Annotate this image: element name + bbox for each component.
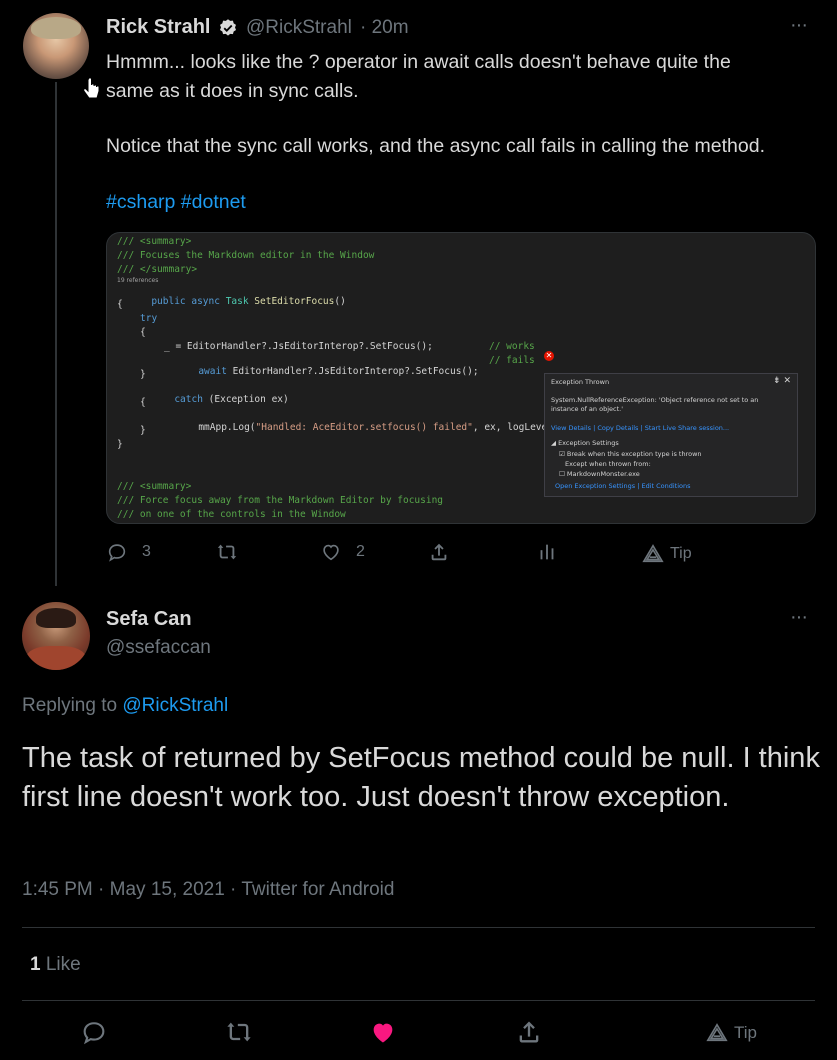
- thread-line: [55, 82, 57, 586]
- code-line: }: [140, 425, 146, 436]
- exception-message: System.NullReferenceException: 'Object r…: [551, 396, 759, 413]
- error-icon[interactable]: ✕: [544, 351, 554, 361]
- tweet-actions: 3 2 Tip: [106, 540, 806, 570]
- share-icon[interactable]: [515, 1018, 543, 1046]
- markdownmonster-checkbox[interactable]: ☐ MarkdownMonster.exe: [559, 470, 640, 478]
- code-line: /// Focuses the Markdown editor in the W…: [117, 250, 375, 261]
- tip-icon: [642, 544, 664, 563]
- author-name[interactable]: Rick Strahl: [106, 16, 210, 39]
- reply-icon: [108, 544, 126, 562]
- hashtags-link[interactable]: #csharp #dotnet: [106, 188, 826, 217]
- tip-label: Tip: [670, 545, 692, 562]
- code-line: {: [140, 397, 146, 408]
- code-line: mmApp.Log("Handled: AceEditor.setfocus()…: [198, 422, 559, 433]
- reply-button[interactable]: 3: [106, 541, 151, 563]
- like-count: 1: [30, 954, 41, 975]
- author-name[interactable]: Sefa Can: [106, 608, 192, 631]
- code-comment: // works: [489, 341, 535, 352]
- retweet-button[interactable]: [216, 541, 238, 563]
- code-refs: 19 references: [117, 277, 159, 284]
- cursor-icon: [83, 78, 100, 99]
- code-line: /// Force focus away from the Markdown E…: [117, 495, 444, 506]
- avatar[interactable]: [23, 13, 89, 79]
- tip-button[interactable]: Tip: [642, 543, 692, 565]
- code-line: /// <summary>: [117, 481, 192, 492]
- author-handle[interactable]: @RickStrahl: [246, 17, 352, 39]
- divider: [22, 927, 815, 928]
- more-icon[interactable]: ···: [790, 14, 808, 37]
- tip-button[interactable]: Tip: [706, 1022, 757, 1044]
- code-line: {: [140, 327, 146, 338]
- exception-popup: Exception Thrown ⇟ ✕ System.NullReferenc…: [544, 373, 798, 497]
- tweet-text: The task of returned by SetFocus method …: [22, 742, 820, 813]
- code-line: try: [140, 313, 158, 324]
- code-line: /// on one of the controls in the Window: [117, 509, 346, 520]
- tip-icon: [706, 1023, 728, 1042]
- tweet-text-line: Hmmm... looks like the ? operator in awa…: [106, 51, 731, 73]
- share-icon: [431, 543, 447, 561]
- code-screenshot-image[interactable]: /// <summary> /// Focuses the Markdown e…: [106, 232, 816, 524]
- tweet-timestamp[interactable]: 1:45 PM · May 15, 2021 · Twitter for And…: [22, 879, 394, 901]
- analytics-button[interactable]: [536, 541, 558, 563]
- close-icon[interactable]: ⇟ ✕: [773, 376, 791, 386]
- code-comment: // fails: [489, 355, 535, 366]
- reply-count: 3: [142, 543, 151, 560]
- exception-settings-label: ◢ Exception Settings: [551, 439, 619, 447]
- like-icon: [323, 544, 339, 561]
- code-line: /// </summary>: [117, 264, 198, 275]
- replying-prefix: Replying to: [22, 695, 123, 716]
- replying-to-link[interactable]: @RickStrahl: [122, 695, 228, 716]
- avatar[interactable]: [22, 602, 90, 670]
- like-count: 2: [356, 543, 365, 560]
- more-icon[interactable]: ···: [790, 606, 808, 629]
- verified-icon: [220, 19, 236, 36]
- tweet-rick-strahl: Rick Strahl @RickStrahl · 20m ··· Hmmm..…: [0, 0, 837, 586]
- replying-to: Replying to @RickStrahl: [22, 695, 228, 717]
- tweet-time[interactable]: · 20m: [360, 17, 409, 39]
- retweet-icon: [217, 544, 237, 560]
- author-handle[interactable]: @ssefaccan: [106, 637, 211, 659]
- tweet-text-line: Notice that the sync call works, and the…: [106, 135, 765, 157]
- break-checkbox[interactable]: ☑ Break when this exception type is thro…: [559, 450, 702, 458]
- retweet-icon[interactable]: [225, 1018, 253, 1046]
- exception-settings-links[interactable]: Open Exception Settings | Edit Condition…: [555, 482, 691, 490]
- likes-count-link[interactable]: 1 Like: [30, 954, 81, 976]
- share-button[interactable]: [428, 541, 450, 563]
- tip-label: Tip: [734, 1023, 757, 1042]
- code-line: }: [117, 439, 123, 450]
- like-button[interactable]: 2: [320, 541, 365, 563]
- code-line: /// <summary>: [117, 236, 192, 247]
- tweet-text-line: same as it does in sync calls.: [106, 80, 359, 102]
- exception-links[interactable]: View Details | Copy Details | Start Live…: [551, 424, 729, 432]
- except-label: Except when thrown from:: [565, 460, 651, 468]
- reply-icon[interactable]: [80, 1018, 108, 1046]
- like-label: Like: [40, 954, 81, 975]
- divider: [22, 1000, 815, 1001]
- like-icon[interactable]: [369, 1018, 397, 1046]
- code-line: }: [140, 369, 146, 380]
- analytics-icon: [540, 544, 554, 560]
- code-line: {: [117, 299, 123, 310]
- code-line: _ = EditorHandler?.JsEditorInterop?.SetF…: [164, 341, 433, 352]
- tweet-actions: Tip: [0, 1010, 837, 1056]
- exception-title: Exception Thrown: [551, 378, 610, 386]
